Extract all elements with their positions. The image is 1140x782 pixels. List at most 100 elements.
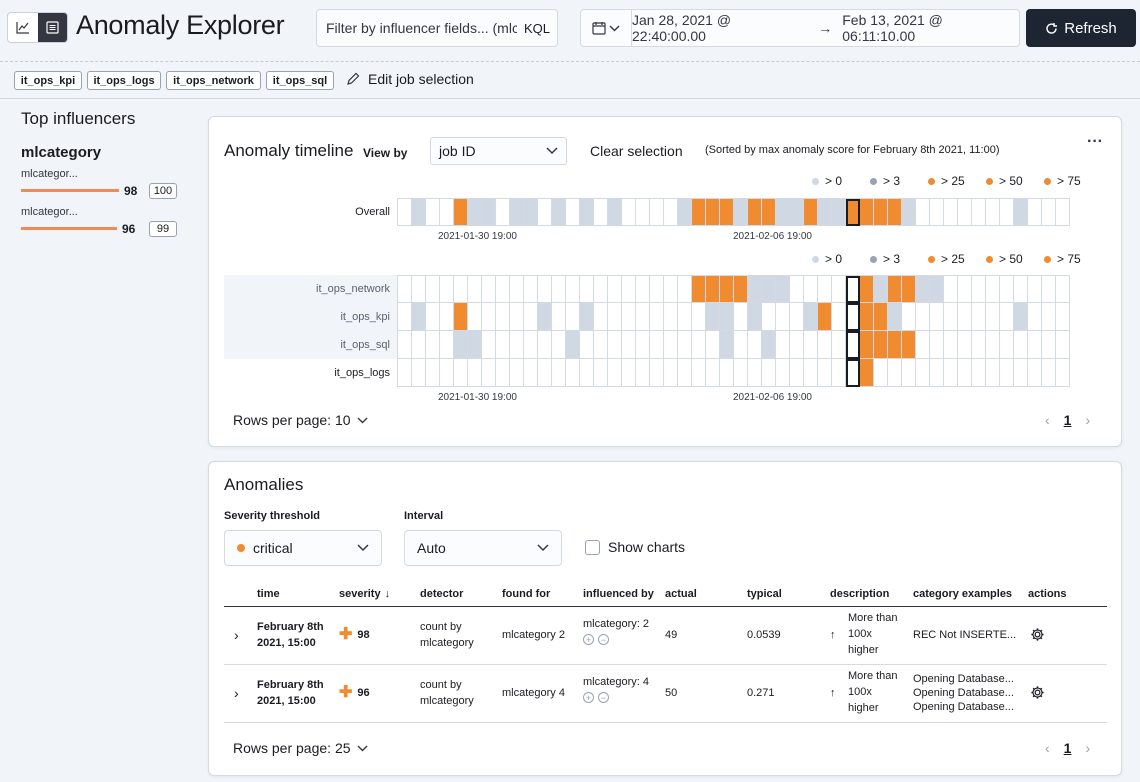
- swimlane-cell[interactable]: [818, 303, 832, 331]
- swimlane-cell[interactable]: [398, 199, 412, 226]
- job-badge-logs[interactable]: it_ops_logs: [87, 71, 161, 90]
- swimlane-cell[interactable]: [804, 199, 818, 226]
- swimlane-cell[interactable]: [860, 331, 874, 359]
- swimlane-cell[interactable]: [650, 359, 664, 387]
- swimlane-cell[interactable]: [678, 331, 692, 359]
- swimlane-cell[interactable]: [916, 276, 930, 303]
- swimlane-cell[interactable]: [552, 359, 566, 387]
- swimlane-cell[interactable]: [622, 276, 636, 303]
- swimlane-cell[interactable]: [454, 303, 468, 331]
- job-swimlane[interactable]: [397, 275, 1070, 303]
- swimlane-cell[interactable]: [986, 359, 1000, 387]
- swimlane-cell[interactable]: [496, 359, 510, 387]
- swimlane-cell[interactable]: [482, 276, 496, 303]
- show-charts-checkbox[interactable]: Show charts: [585, 539, 685, 555]
- swimlane-cell[interactable]: [818, 331, 832, 359]
- swimlane-cell[interactable]: [510, 359, 524, 387]
- swimlane-cell[interactable]: [538, 359, 552, 387]
- chart-view-icon[interactable]: [8, 13, 38, 42]
- swimlane-cell[interactable]: [622, 199, 636, 226]
- col-found-for[interactable]: found for: [502, 588, 550, 600]
- prev-page-icon[interactable]: ‹: [1045, 740, 1050, 756]
- table-view-icon[interactable]: [37, 13, 67, 42]
- swimlane-cell[interactable]: [874, 359, 888, 387]
- influencer-label[interactable]: mlcategor...: [21, 168, 78, 180]
- swimlane-cell[interactable]: [888, 303, 902, 331]
- date-picker[interactable]: Jan 28, 2021 @ 22:40:00.00 → Feb 13, 202…: [580, 9, 1020, 47]
- swimlane-cell[interactable]: [426, 276, 440, 303]
- swimlane-cell[interactable]: [706, 276, 720, 303]
- swimlane-cell[interactable]: [580, 359, 594, 387]
- swimlane-cell[interactable]: [1014, 199, 1028, 226]
- swimlane-cell[interactable]: [902, 303, 916, 331]
- swimlane-cell[interactable]: [692, 359, 706, 387]
- swimlane-cell[interactable]: [986, 199, 1000, 226]
- swimlane-cell[interactable]: [594, 199, 608, 226]
- swimlane-cell[interactable]: [776, 276, 790, 303]
- interval-select[interactable]: Auto: [404, 530, 562, 566]
- swimlane-label[interactable]: it_ops_network: [224, 283, 390, 295]
- swimlane-cell[interactable]: [454, 276, 468, 303]
- swimlane-cell[interactable]: [468, 199, 482, 226]
- swimlane-cell[interactable]: [734, 303, 748, 331]
- swimlane-cell[interactable]: [1056, 303, 1070, 331]
- swimlane-cell[interactable]: [1042, 331, 1056, 359]
- swimlane-cell[interactable]: [580, 199, 594, 226]
- swimlane-cell[interactable]: [916, 331, 930, 359]
- col-time[interactable]: time: [257, 588, 280, 600]
- swimlane-cell[interactable]: [804, 303, 818, 331]
- swimlane-cell[interactable]: [664, 303, 678, 331]
- swimlane-cell[interactable]: [874, 199, 888, 226]
- swimlane-cell[interactable]: [538, 276, 552, 303]
- swimlane-cell[interactable]: [972, 331, 986, 359]
- swimlane-cell[interactable]: [1014, 331, 1028, 359]
- swimlane-cell[interactable]: [818, 276, 832, 303]
- swimlane-cell[interactable]: [860, 276, 874, 303]
- swimlane-cell[interactable]: [1028, 331, 1042, 359]
- swimlane-cell[interactable]: [482, 199, 496, 226]
- swimlane-cell[interactable]: [762, 199, 776, 226]
- remove-filter-icon[interactable]: −: [598, 692, 609, 703]
- swimlane-cell[interactable]: [510, 276, 524, 303]
- rows-per-page[interactable]: Rows per page: 10: [233, 412, 368, 428]
- swimlane-cell[interactable]: [734, 199, 748, 226]
- swimlane-cell[interactable]: [944, 331, 958, 359]
- date-start[interactable]: Jan 28, 2021 @ 22:40:00.00: [632, 12, 808, 44]
- swimlane-cell[interactable]: [804, 276, 818, 303]
- swimlane-cell[interactable]: [930, 276, 944, 303]
- swimlane-cell[interactable]: [1000, 199, 1014, 226]
- swimlane-cell[interactable]: [874, 276, 888, 303]
- swimlane-cell[interactable]: [944, 276, 958, 303]
- swimlane-cell[interactable]: [608, 199, 622, 226]
- swimlane-cell[interactable]: [734, 359, 748, 387]
- job-badge-kpi[interactable]: it_ops_kpi: [14, 71, 82, 90]
- swimlane-cell[interactable]: [720, 276, 734, 303]
- swimlane-cell[interactable]: [454, 199, 468, 226]
- swimlane-cell[interactable]: [832, 331, 846, 359]
- swimlane-cell[interactable]: [496, 276, 510, 303]
- swimlane-cell[interactable]: [846, 303, 860, 331]
- col-description[interactable]: description: [830, 588, 889, 600]
- job-swimlane[interactable]: [397, 359, 1070, 387]
- swimlane-cell[interactable]: [608, 276, 622, 303]
- swimlane-cell[interactable]: [1000, 303, 1014, 331]
- swimlane-cell[interactable]: [748, 303, 762, 331]
- prev-page-icon[interactable]: ‹: [1045, 412, 1050, 428]
- expand-row-icon[interactable]: ›: [234, 627, 239, 643]
- swimlane-cell[interactable]: [1000, 331, 1014, 359]
- swimlane-cell[interactable]: [888, 199, 902, 226]
- swimlane-cell[interactable]: [1000, 276, 1014, 303]
- swimlane-cell[interactable]: [846, 331, 860, 359]
- swimlane-cell[interactable]: [454, 359, 468, 387]
- swimlane-cell[interactable]: [902, 359, 916, 387]
- swimlane-cell[interactable]: [1028, 359, 1042, 387]
- swimlane-cell[interactable]: [412, 331, 426, 359]
- swimlane-cell[interactable]: [678, 359, 692, 387]
- swimlane-cell[interactable]: [1014, 276, 1028, 303]
- swimlane-cell[interactable]: [524, 303, 538, 331]
- swimlane-cell[interactable]: [776, 303, 790, 331]
- swimlane-cell[interactable]: [566, 331, 580, 359]
- swimlane-cell[interactable]: [398, 303, 412, 331]
- col-influenced-by[interactable]: influenced by: [583, 588, 654, 600]
- swimlane-cell[interactable]: [1056, 331, 1070, 359]
